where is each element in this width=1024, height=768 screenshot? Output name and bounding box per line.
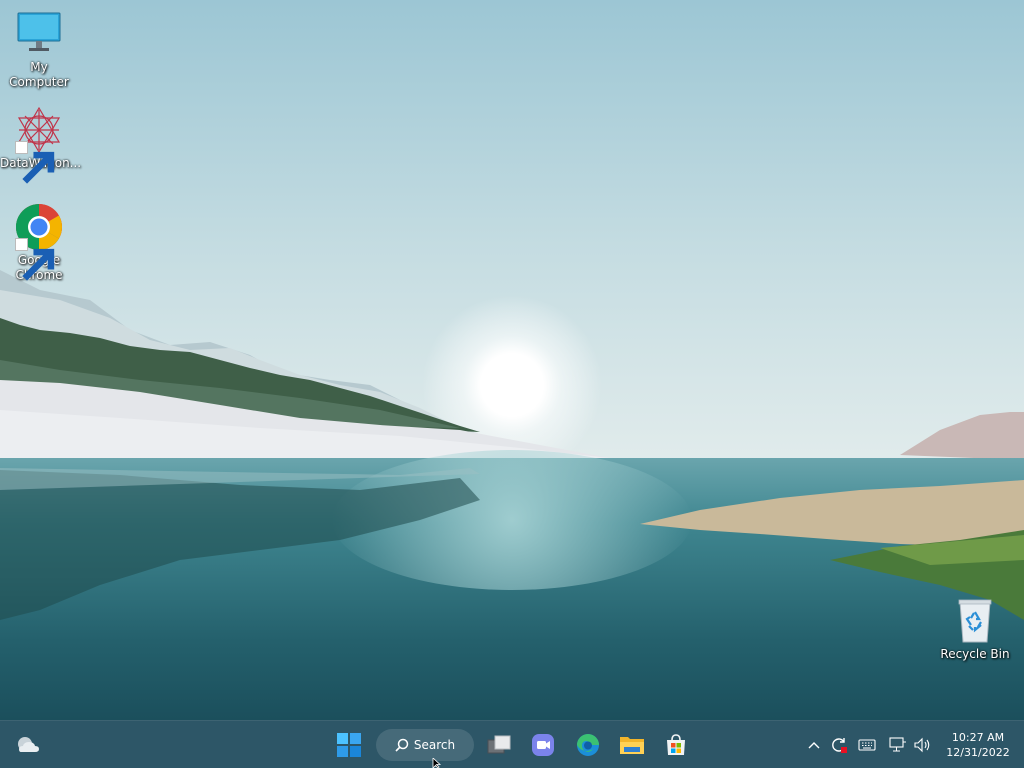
wallpaper	[0, 0, 1024, 720]
clock-date: 12/31/2022	[946, 746, 1010, 759]
taskbar: Search 10:27 AM 12/31/2022	[0, 720, 1024, 768]
sync-status-icon	[832, 738, 847, 753]
edge-icon	[577, 734, 599, 756]
taskbar-clock[interactable]: 10:27 AM 12/31/2022	[940, 730, 1016, 760]
shortcut-arrow-icon	[15, 141, 55, 184]
keyboard-icon	[858, 739, 876, 751]
clock-time: 10:27 AM	[951, 731, 1005, 744]
network-button[interactable]	[888, 735, 908, 755]
mouse-cursor-icon	[432, 758, 442, 768]
desktop-icon-my-computer[interactable]: My Computer	[0, 10, 78, 90]
volume-icon	[914, 737, 930, 753]
file-explorer-button[interactable]	[616, 729, 648, 761]
monitor-icon	[17, 12, 61, 51]
edge-button[interactable]	[572, 729, 604, 761]
start-icon	[337, 733, 361, 757]
desktop[interactable]: My Computer DataWagon... Google Chrome R…	[0, 0, 1024, 768]
weather-widget-button[interactable]	[12, 729, 44, 761]
shortcut-arrow-icon	[15, 238, 55, 281]
network-icon	[889, 737, 906, 752]
taskbar-search-button[interactable]: Search	[376, 729, 474, 761]
show-hidden-icons-button[interactable]	[804, 735, 824, 755]
task-view-icon	[487, 735, 511, 754]
start-button[interactable]	[333, 729, 365, 761]
teams-chat-button[interactable]	[527, 729, 559, 761]
search-icon	[395, 738, 409, 752]
task-view-button[interactable]	[483, 729, 515, 761]
sync-status-button[interactable]	[829, 735, 849, 755]
microsoft-store-icon	[667, 734, 685, 755]
file-explorer-icon	[620, 737, 644, 754]
search-label: Search	[413, 738, 456, 752]
desktop-icon-google-chrome[interactable]: Google Chrome	[0, 203, 78, 283]
recycle-bin-icon	[958, 599, 992, 643]
chevron-up-icon	[808, 742, 820, 749]
keyboard-input-button[interactable]	[857, 735, 877, 755]
microsoft-store-button[interactable]	[660, 729, 692, 761]
weather-cloud-icon	[18, 737, 39, 752]
desktop-icon-datawagon[interactable]: DataWagon...	[0, 106, 81, 184]
desktop-icon-recycle-bin[interactable]: Recycle Bin	[936, 597, 1014, 662]
teams-chat-icon	[532, 734, 554, 756]
desktop-icon-label: Recycle Bin	[940, 647, 1010, 661]
volume-button[interactable]	[913, 735, 933, 755]
desktop-icon-label: My Computer	[9, 60, 69, 89]
